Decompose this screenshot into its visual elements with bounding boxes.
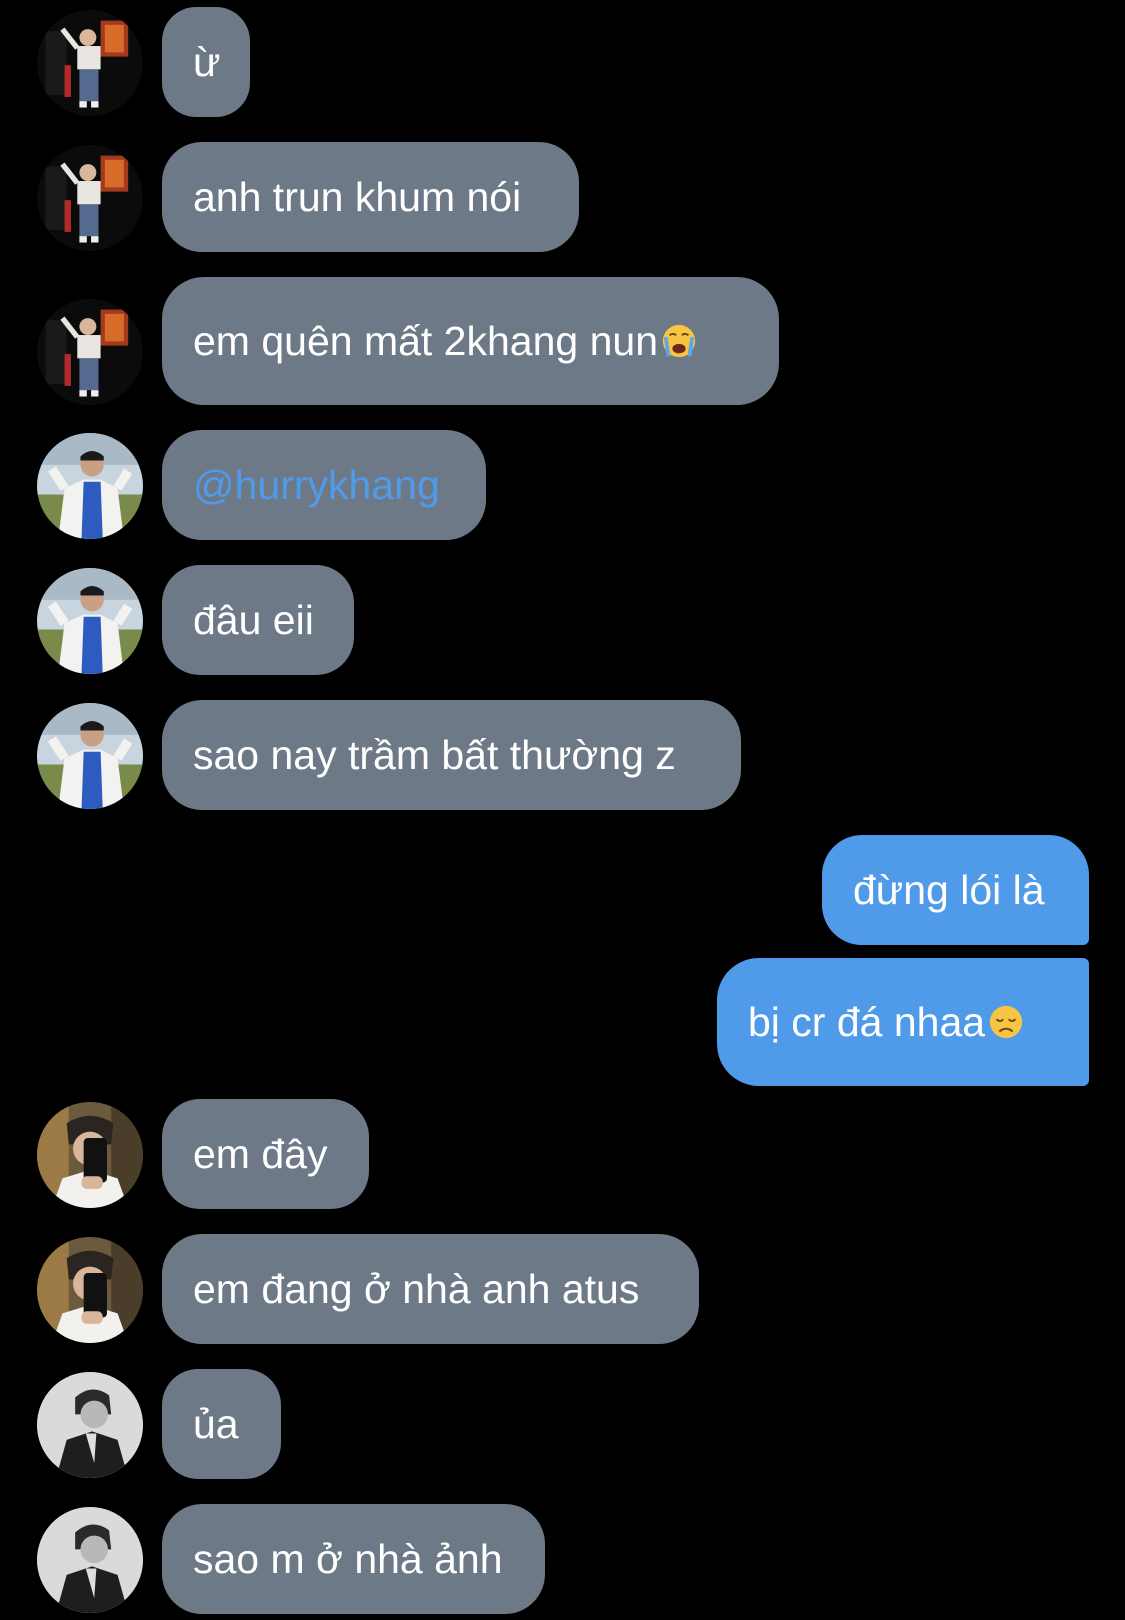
message-text: đừng lói là <box>853 866 1045 913</box>
avatar-outdoor-white-jacket-icon[interactable] <box>37 433 143 539</box>
message-bubble[interactable]: em đang ở nhà anh atus <box>162 1234 699 1344</box>
message-bubble[interactable]: em đây <box>162 1099 369 1209</box>
avatar-grayscale-portrait-icon[interactable] <box>37 1507 143 1613</box>
user-mention-link[interactable]: @hurrykhang <box>193 464 440 506</box>
message-text: anh trun khum nói <box>193 173 522 220</box>
message-text: sao nay trầm bất thường z <box>193 731 676 778</box>
loudly-crying-face-emoji <box>660 322 698 360</box>
message-bubble[interactable]: @hurrykhang <box>162 430 486 540</box>
message-text: em quên mất 2khang nun <box>193 317 658 364</box>
message-text: em đang ở nhà anh atus <box>193 1265 640 1312</box>
avatar-mirror-selfie-icon[interactable] <box>37 1102 143 1208</box>
avatar-grayscale-portrait-icon[interactable] <box>37 1372 143 1478</box>
message-bubble[interactable]: sao nay trầm bất thường z <box>162 700 741 810</box>
avatar-dark-poster-icon[interactable] <box>37 10 143 116</box>
avatar-mirror-selfie-icon[interactable] <box>37 1237 143 1343</box>
avatar-dark-poster-icon[interactable] <box>37 299 143 405</box>
message-bubble[interactable]: đâu eii <box>162 565 354 675</box>
disappointed-face-emoji <box>987 1003 1025 1041</box>
avatar-outdoor-white-jacket-icon[interactable] <box>37 703 143 809</box>
avatar-dark-poster-icon[interactable] <box>37 145 143 251</box>
message-bubble-outgoing[interactable]: bị cr đá nhaa <box>717 958 1089 1086</box>
message-text: đâu eii <box>193 596 314 643</box>
message-text: sao m ở nhà ảnh <box>193 1535 503 1582</box>
message-bubble[interactable]: ủa <box>162 1369 281 1479</box>
message-text: ừ <box>193 38 221 85</box>
avatar-outdoor-white-jacket-icon[interactable] <box>37 568 143 674</box>
message-text: em đây <box>193 1130 328 1177</box>
message-text: ủa <box>193 1400 239 1447</box>
message-bubble[interactable]: em quên mất 2khang nun <box>162 277 779 405</box>
message-bubble[interactable]: ừ <box>162 7 250 117</box>
message-bubble-outgoing[interactable]: đừng lói là <box>822 835 1089 945</box>
message-bubble[interactable]: anh trun khum nói <box>162 142 579 252</box>
message-bubble[interactable]: sao m ở nhà ảnh <box>162 1504 545 1614</box>
message-text: bị cr đá nhaa <box>748 998 986 1045</box>
